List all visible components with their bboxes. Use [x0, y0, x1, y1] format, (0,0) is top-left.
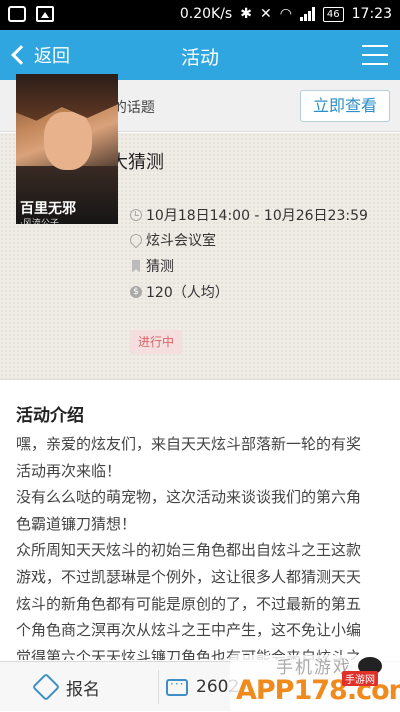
intro-line: 炫斗的新角色都有可能是原创的了，不过最新的第五 — [16, 594, 362, 613]
event-location: 炫斗会议室 — [146, 233, 216, 249]
currency-icon: $ — [130, 286, 142, 298]
clock-icon — [130, 209, 142, 221]
signal-icon — [299, 7, 315, 21]
event-intro: 活动介绍 嘿，亲爱的炫友们，来自天天炫斗部落新一轮的有奖 活动再次来临！ 没有么… — [0, 390, 400, 660]
watermark: 手机游戏 APP178.com 手游网 — [230, 655, 400, 711]
event-time-row: 10月18日14:00 - 10月26日23:59 — [130, 205, 368, 225]
notification-app-icon — [8, 6, 26, 22]
intro-line: 众所周知天天炫斗的初始三角色都出自炫斗之王这款 — [16, 541, 362, 560]
location-pin-icon — [127, 231, 145, 249]
menu-button[interactable] — [362, 45, 388, 65]
comment-button[interactable]: 2602 — [166, 662, 239, 712]
view-now-button[interactable]: 立即查看 — [300, 90, 390, 122]
wifi-icon: ◠ — [279, 6, 292, 22]
event-poster-image[interactable]: 百里无邪 ·风流公子 — [16, 74, 118, 224]
comment-icon — [166, 677, 188, 696]
intro-heading: 活动介绍 — [16, 406, 84, 426]
event-category: 猜测 — [146, 259, 174, 275]
watermark-badge: 手游网 — [342, 671, 378, 686]
event-cost-row: $ 120（人均） — [130, 282, 229, 302]
intro-body: 嘿，亲爱的炫友们，来自天天炫斗部落新一轮的有奖 活动再次来临！ 没有么么哒的萌宠… — [16, 431, 388, 660]
intro-line: 游戏，不过凯瑟琳是个例外，这让很多人都猜测天天 — [16, 567, 362, 586]
event-location-row: 炫斗会议室 — [127, 230, 216, 250]
intro-line: 活动再次来临！ — [16, 461, 122, 480]
signup-label: 报名 — [66, 679, 100, 700]
ticket-icon — [31, 672, 61, 702]
image-notification-icon — [36, 6, 54, 22]
network-speed: 0.20K/s — [179, 6, 233, 22]
bookmark-icon — [132, 259, 140, 273]
intro-line: 没有么么哒的萌宠物，这次活动来谈谈我们的第六角 — [16, 488, 362, 507]
page-title: 活动 — [180, 47, 219, 69]
signup-button[interactable]: 报名 — [31, 662, 100, 712]
battery-indicator: 46 — [322, 6, 344, 22]
nav-bar: 返回 活动 — [0, 30, 400, 80]
poster-character-name: 百里无邪 — [20, 201, 76, 217]
menu-icon — [362, 45, 388, 47]
divider — [158, 670, 159, 704]
event-time: 10月18日14:00 - 10月26日23:59 — [146, 208, 368, 224]
intro-line: 嘿，亲爱的炫友们，来自天天炫斗部落新一轮的有奖 — [16, 435, 362, 453]
status-bar: 0.20K/s ✱ ✕ ◠ 46 17:23 — [0, 0, 400, 30]
event-cost: 120（人均） — [146, 285, 229, 301]
poster-character-subtitle: ·风流公子 — [20, 219, 59, 224]
intro-line: 个角色商之溟再次从炫斗之王中产生，这不免让小编 — [16, 621, 362, 640]
event-category-row: 猜测 — [130, 256, 174, 276]
clock: 17:23 — [351, 6, 392, 22]
status-badge: 进行中 — [130, 330, 182, 354]
intro-line: 色霸道镰刀猜想！ — [16, 514, 137, 533]
mute-icon: ✕ — [259, 6, 272, 22]
bluetooth-icon: ✱ — [240, 6, 252, 22]
